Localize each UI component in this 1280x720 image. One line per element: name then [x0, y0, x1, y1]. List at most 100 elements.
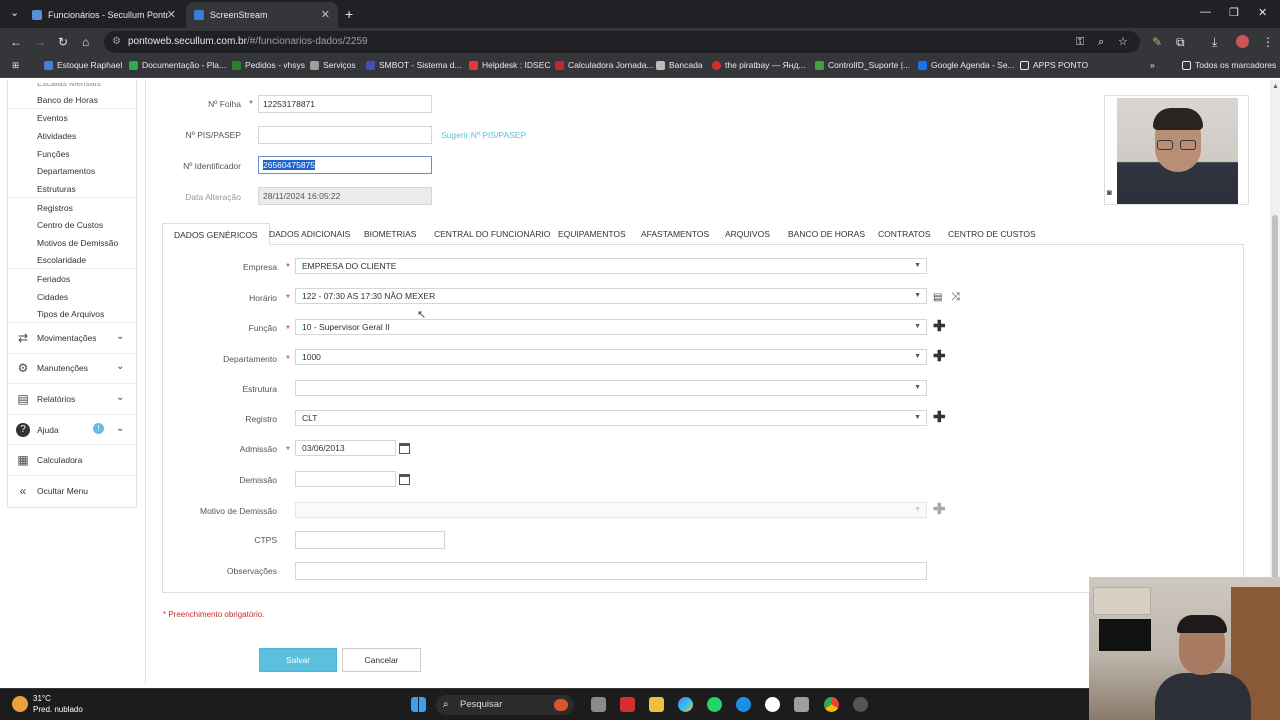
observacoes-input[interactable]	[295, 562, 927, 580]
sidebar-item-banco-horas[interactable]: Banco de Horas	[37, 95, 98, 105]
browser-tab-funcionarios[interactable]: Funcionários - Secullum Ponto W ✕	[24, 2, 184, 28]
whatsapp-icon[interactable]	[707, 697, 722, 712]
all-bookmarks[interactable]: Todos os marcadores	[1182, 60, 1276, 70]
bookmark-apps-ponto[interactable]: APPS PONTO	[1020, 60, 1088, 70]
ident-input[interactable]: 26560475875	[258, 156, 432, 174]
chrome-icon[interactable]	[824, 697, 839, 712]
add-funcao-icon[interactable]: ✚	[933, 319, 946, 334]
sidebar-menu-relatorios[interactable]: ▤ Relatórios ⌄	[8, 384, 138, 414]
bookmark-calculadora[interactable]: Calculadora Jornada...	[555, 60, 654, 70]
close-tab-icon[interactable]: ✕	[167, 8, 176, 21]
new-tab-icon[interactable]: +	[345, 6, 353, 22]
settings-app-icon[interactable]	[853, 697, 868, 712]
sidebar-item-cidades[interactable]: Cidades	[37, 292, 68, 302]
bookmark-piratbay[interactable]: the piratbay — Янд...	[712, 60, 806, 70]
pis-input[interactable]	[258, 126, 432, 144]
demissao-date-input[interactable]	[295, 471, 396, 487]
tab-afastamentos[interactable]: AFASTAMENTOS	[630, 223, 720, 246]
sidebar-item-departamentos[interactable]: Departamentos	[37, 166, 95, 176]
sidebar-item-registros[interactable]: Registros	[37, 203, 73, 213]
registro-select[interactable]: CLT ▼	[295, 410, 927, 426]
bookmark-servicos[interactable]: Serviços	[310, 60, 356, 70]
bookmark-star-icon[interactable]: ☆	[1118, 31, 1128, 53]
sidebar-item-escolaridade[interactable]: Escolaridade	[37, 255, 86, 265]
tab-contratos[interactable]: CONTRATOS	[867, 223, 942, 246]
sidebar-menu-manutencoes[interactable]: ⚙ Manutenções ⌄	[8, 353, 138, 383]
sidebar-item-estruturas[interactable]: Estruturas	[37, 184, 76, 194]
estrutura-select[interactable]: ▼	[295, 380, 927, 396]
sidebar-item-tipos-arquivos[interactable]: Tipos de Arquivos	[37, 309, 104, 319]
sidebar-menu-ajuda[interactable]: ? Ajuda ! ⌄	[8, 415, 138, 445]
browser-menu-icon[interactable]: ⋮	[1262, 35, 1274, 49]
app-red-icon[interactable]	[620, 697, 635, 712]
zoom-icon[interactable]: ⌕	[1098, 31, 1104, 53]
tab-dados-genericos[interactable]: DADOS GENÉRICOS	[162, 223, 270, 246]
empresa-select[interactable]: EMPRESA DO CLIENTE ▼	[295, 258, 927, 274]
bookmark-smbot[interactable]: SMBOT - Sistema d...	[366, 60, 462, 70]
cancel-button[interactable]: Cancelar	[342, 648, 421, 672]
admissao-date-input[interactable]: 03/06/2013	[295, 440, 396, 456]
minimize-icon[interactable]: —	[1200, 6, 1211, 18]
save-button[interactable]: Salvar	[259, 648, 337, 672]
sidebar-item-feriados[interactable]: Feriados	[37, 274, 70, 284]
tab-equipamentos[interactable]: EQUIPAMENTOS	[547, 223, 637, 246]
site-info-icon[interactable]: ⚙	[112, 31, 121, 53]
app-circle-icon[interactable]	[765, 697, 780, 712]
bookmark-bancada[interactable]: Bancada	[656, 60, 703, 70]
apps-grid-icon[interactable]: ⊞	[12, 60, 19, 71]
tab-banco-horas[interactable]: BANCO DE HORAS	[777, 223, 876, 246]
calculator-app-icon[interactable]	[794, 697, 809, 712]
schedule-table-icon[interactable]: ▤	[933, 292, 942, 303]
tab-centro-custos[interactable]: CENTRO DE CUSTOS	[937, 223, 1047, 246]
back-icon[interactable]: ←	[10, 35, 22, 49]
camera-icon[interactable]: ◙	[1107, 188, 1112, 197]
departamento-select[interactable]: 1000 ▼	[295, 349, 927, 365]
home-icon[interactable]: ⌂	[82, 35, 89, 49]
copilot-icon[interactable]	[678, 697, 693, 712]
sidebar-item-funcoes[interactable]: Funções	[37, 149, 70, 159]
bookmark-pedidos[interactable]: Pedidos - vhsys	[232, 60, 305, 70]
scroll-up-icon[interactable]: ▲	[1272, 83, 1279, 90]
sidebar-hide-menu[interactable]: « Ocultar Menu	[8, 476, 138, 506]
password-key-icon[interactable]: ⚿	[1076, 31, 1084, 53]
bookmark-estoque[interactable]: Estoque Raphael	[44, 60, 122, 70]
tab-central-funcionario[interactable]: CENTRAL DO FUNCIONÁRIO	[423, 223, 561, 246]
add-registro-icon[interactable]: ✚	[933, 410, 946, 425]
tab-arquivos[interactable]: ARQUIVOS	[714, 223, 781, 246]
sidebar-item-centro-custos[interactable]: Centro de Custos	[37, 220, 103, 230]
bookmark-documentacao[interactable]: Documentação - Pla...	[129, 60, 226, 70]
folha-input[interactable]: 12253178871	[258, 95, 432, 113]
tab-biometrias[interactable]: BIOMETRIAS	[353, 223, 427, 246]
employee-photo[interactable]: ◙	[1104, 95, 1249, 205]
download-icon[interactable]: ⤓	[1212, 35, 1217, 50]
reload-icon[interactable]: ↻	[58, 35, 68, 49]
calendar-icon[interactable]	[399, 474, 410, 485]
address-bar[interactable]: ⚙ pontoweb.secullum.com.br/#/funcionario…	[104, 31, 1140, 53]
sidebar-menu-movimentacoes[interactable]: ⇄ Movimentações ⌄	[8, 323, 138, 353]
calendar-icon[interactable]	[399, 443, 410, 454]
restore-icon[interactable]: ❐	[1229, 6, 1239, 19]
horario-select[interactable]: 122 - 07:30 AS 17:30 NÃO MEXER ▼	[295, 288, 927, 304]
extensions-puzzle-icon[interactable]: ⧉	[1176, 35, 1185, 50]
sidebar-menu-calculadora[interactable]: ▦ Calculadora	[8, 445, 138, 475]
ctps-input[interactable]	[295, 531, 445, 549]
add-motivo-icon[interactable]: ✚	[933, 502, 946, 517]
extension-icon[interactable]: ✎	[1152, 35, 1162, 49]
add-departamento-icon[interactable]: ✚	[933, 349, 946, 364]
shuffle-icon[interactable]: ⤨	[951, 291, 960, 304]
sidebar-item-motivos-demissao[interactable]: Motivos de Demissão	[37, 238, 118, 248]
motivo-demissao-select[interactable]: ▼	[295, 502, 927, 518]
task-view-icon[interactable]	[591, 697, 606, 712]
suggest-pis-link[interactable]: Sugerir Nº PIS/PASEP	[441, 130, 526, 140]
close-tab-icon[interactable]: ✕	[321, 8, 330, 21]
windows-start-icon[interactable]	[411, 697, 426, 712]
bookmark-controlid[interactable]: ControlID_Suporte |...	[815, 60, 910, 70]
bookmark-google-agenda[interactable]: Google Agenda - Se...	[918, 60, 1015, 70]
more-bookmarks-icon[interactable]: »	[1150, 60, 1155, 70]
funcao-select[interactable]: 10 - Supervisor Geral II ▼	[295, 319, 927, 335]
sidebar-item-escalas[interactable]: Escalas Mensais	[37, 83, 101, 88]
sidebar-item-eventos[interactable]: Eventos	[37, 113, 68, 123]
tab-list-icon[interactable]: ⌄	[10, 6, 19, 19]
profile-avatar[interactable]	[1236, 35, 1249, 48]
sidebar-item-atividades[interactable]: Atividades	[37, 131, 76, 141]
